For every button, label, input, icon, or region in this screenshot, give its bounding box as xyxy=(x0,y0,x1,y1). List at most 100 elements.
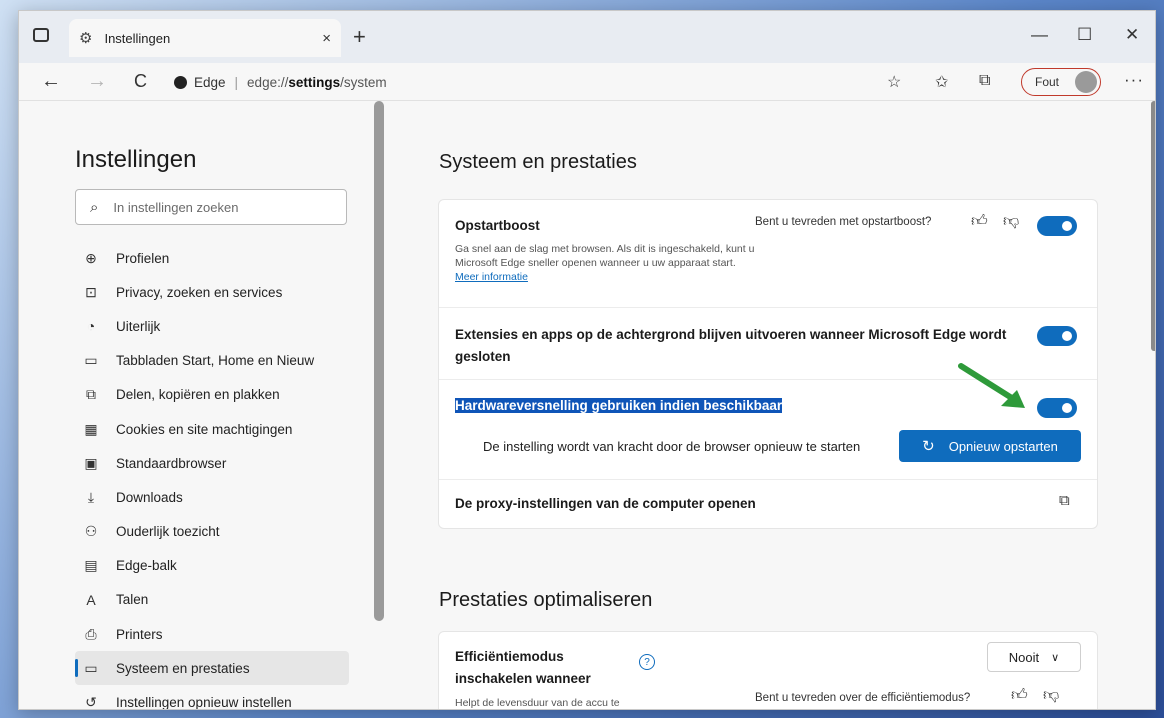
sidebar-item-share-copy-paste[interactable]: ⧉ Delen, kopiëren en plakken xyxy=(75,378,349,412)
close-window-button[interactable]: ✕ xyxy=(1125,25,1139,45)
sidebar-item-languages[interactable]: A Talen xyxy=(75,583,349,617)
hardware-acceleration-toggle[interactable] xyxy=(1037,398,1077,418)
search-icon: ⌕ xyxy=(90,198,99,216)
profile-button[interactable]: Fout xyxy=(1021,68,1101,96)
refresh-button[interactable]: C xyxy=(134,71,147,92)
appearance-icon: ◔ xyxy=(86,318,96,335)
back-button[interactable]: ← xyxy=(41,70,61,93)
sidebar-item-cookies[interactable]: ▦ Cookies en site machtigingen xyxy=(75,412,349,446)
startup-boost-feedback: Bent u tevreden met opstartboost? xyxy=(755,216,932,228)
thumbs-down-icon[interactable]: 👎︎ xyxy=(1043,686,1059,705)
proxy-row[interactable]: De proxy-instellingen van de computer op… xyxy=(439,480,1097,528)
restart-button[interactable]: ↻ Opnieuw opstarten xyxy=(899,430,1081,462)
help-icon[interactable]: ? xyxy=(639,654,655,670)
efficiency-mode-select-value: Nooit xyxy=(1008,649,1040,665)
favorites-list-icon[interactable]: ✩ xyxy=(935,72,948,92)
reset-icon: ↺ xyxy=(85,694,97,710)
new-tab-button[interactable]: + xyxy=(353,24,366,50)
restart-notice: De instelling wordt van kracht door de b… xyxy=(483,439,861,454)
green-arrow-annotation xyxy=(958,363,1025,408)
hardware-acceleration-title-text: Hardwareversnelling gebruiken indien bes… xyxy=(455,398,783,413)
section-title-system: Systeem en prestaties xyxy=(439,151,637,173)
favorite-star-icon[interactable]: ☆ xyxy=(887,72,901,92)
more-menu-button[interactable]: ··· xyxy=(1124,70,1144,90)
more-info-link[interactable]: Meer informatie xyxy=(455,271,528,283)
sidebar-item-label: Uiterlijk xyxy=(116,318,161,334)
tab-actions-icon[interactable] xyxy=(33,28,49,42)
search-placeholder: In instellingen zoeken xyxy=(113,199,239,215)
family-icon: ⚇ xyxy=(84,523,98,540)
language-icon: A xyxy=(86,591,96,608)
efficiency-mode-title: Efficiëntiemodus inschakelen wanneer xyxy=(455,649,591,686)
share-icon: ⧉ xyxy=(86,386,96,403)
sidebar-item-label: Standaardbrowser xyxy=(116,455,227,471)
site-label: Edge xyxy=(194,74,226,90)
forward-button[interactable]: → xyxy=(87,70,107,93)
profiles-icon: ⊕ xyxy=(85,249,97,266)
startup-boost-description: Ga snel aan de slag met browsen. Als dit… xyxy=(455,242,755,284)
sidebar-item-label: Talen xyxy=(116,592,149,608)
sidebar-item-start-home[interactable]: ▭ Tabbladen Start, Home en Nieuw xyxy=(75,344,349,378)
sidebar-nav: ⊕ Profielen ⊡ Privacy, zoeken en services … xyxy=(75,241,349,710)
restart-button-label: Opnieuw opstarten xyxy=(948,438,1058,454)
sidebar-item-family[interactable]: ⚇ Ouderlijk toezicht xyxy=(75,515,349,549)
thumbs-up-icon[interactable]: 👍︎ xyxy=(1011,686,1028,705)
sidebar-item-label: Downloads xyxy=(116,489,183,505)
sidebar-item-printers[interactable]: ⎙ Printers xyxy=(75,617,349,651)
chevron-down-icon: ∨ xyxy=(1051,651,1060,664)
default-browser-icon: ▣ xyxy=(84,454,98,471)
sidebar-item-privacy[interactable]: ⊡ Privacy, zoeken en services xyxy=(75,275,349,309)
sidebar-item-edge-bar[interactable]: ▤ Edge-balk xyxy=(75,549,349,583)
profile-label: Fout xyxy=(1035,75,1060,89)
address-bar[interactable]: Edge | edge:// settings /system xyxy=(174,67,944,97)
sidebar-item-appearance[interactable]: ◔ Uiterlijk xyxy=(75,309,349,343)
background-extensions-toggle[interactable] xyxy=(1037,326,1077,346)
main-scrollbar[interactable] xyxy=(1151,101,1155,351)
sidebar-item-label: Cookies en site machtigingen xyxy=(116,421,293,437)
tab-settings[interactable]: ⚙ Instellingen × xyxy=(69,19,341,57)
thumbs-up-icon[interactable]: 👍︎ xyxy=(971,212,988,231)
sidebar-item-profielen[interactable]: ⊕ Profielen xyxy=(75,241,349,275)
title-bar: ⚙ Instellingen × + — ☐ ✕ xyxy=(19,11,1155,63)
browser-window: ⚙ Instellingen × + — ☐ ✕ ← → C Edge | ed… xyxy=(18,10,1156,710)
sidebar-title: Instellingen xyxy=(75,146,197,173)
tab-title: Instellingen xyxy=(104,30,171,46)
hardware-acceleration-title: Hardwareversnelling gebruiken indien bes… xyxy=(455,398,783,413)
url-prefix: edge:// xyxy=(247,74,289,90)
efficiency-mode-select[interactable]: Nooit ∨ xyxy=(987,642,1081,672)
address-toolbar: ← → C Edge | edge:// settings /system ☆ … xyxy=(19,63,1155,101)
sidebar-item-downloads[interactable]: ⤓ Downloads xyxy=(75,480,349,514)
collections-icon[interactable]: ⧉ xyxy=(979,72,990,90)
minimize-button[interactable]: — xyxy=(1031,25,1048,45)
tab-icon: ▭ xyxy=(84,352,98,369)
sidebar-item-default-browser[interactable]: ▣ Standaardbrowser xyxy=(75,446,349,480)
thumbs-down-icon[interactable]: 👎︎ xyxy=(1003,212,1019,231)
maximize-button[interactable]: ☐ xyxy=(1077,25,1092,45)
computer-icon: ▭ xyxy=(84,659,98,676)
section-title-performance: Prestaties optimaliseren xyxy=(439,589,653,611)
sidebar-item-label: Ouderlijk toezicht xyxy=(116,524,220,540)
sidebar-item-label: Tabbladen Start, Home en Nieuw xyxy=(116,353,315,369)
sidebar-item-label: Delen, kopiëren en plakken xyxy=(116,387,280,403)
url-path: /system xyxy=(340,74,387,90)
printer-icon: ⎙ xyxy=(85,625,97,642)
settings-main: Systeem en prestaties Opstartboost Ga sn… xyxy=(419,101,1119,709)
sidebar-item-label: Profielen xyxy=(116,250,170,266)
startup-boost-desc-text: Ga snel aan de slag met browsen. Als dit… xyxy=(455,243,755,269)
sidebar-item-reset[interactable]: ↺ Instellingen opnieuw instellen xyxy=(75,685,349,710)
settings-search-input[interactable]: ⌕ In instellingen zoeken xyxy=(75,189,347,225)
tab-close-icon[interactable]: × xyxy=(322,30,331,47)
restart-icon: ↻ xyxy=(922,438,935,455)
gear-icon: ⚙ xyxy=(79,30,93,47)
efficiency-feedback: Bent u tevreden over de efficiëntiemodus… xyxy=(755,692,971,704)
external-link-icon[interactable]: ⧉ xyxy=(1059,492,1070,509)
url-host: settings xyxy=(288,74,341,90)
sidebar-item-system[interactable]: ▭ Systeem en prestaties xyxy=(75,651,349,686)
sidebar-item-label: Privacy, zoeken en services xyxy=(116,284,283,300)
sidebar-item-label: Systeem en prestaties xyxy=(116,660,250,676)
startup-boost-toggle[interactable] xyxy=(1037,216,1077,236)
startup-boost-row: Opstartboost Ga snel aan de slag met bro… xyxy=(439,200,1097,308)
performance-card: Efficiëntiemodus inschakelen wanneer ? H… xyxy=(438,631,1098,709)
sidebar-scrollbar[interactable] xyxy=(374,101,384,621)
download-icon: ⤓ xyxy=(87,488,95,505)
